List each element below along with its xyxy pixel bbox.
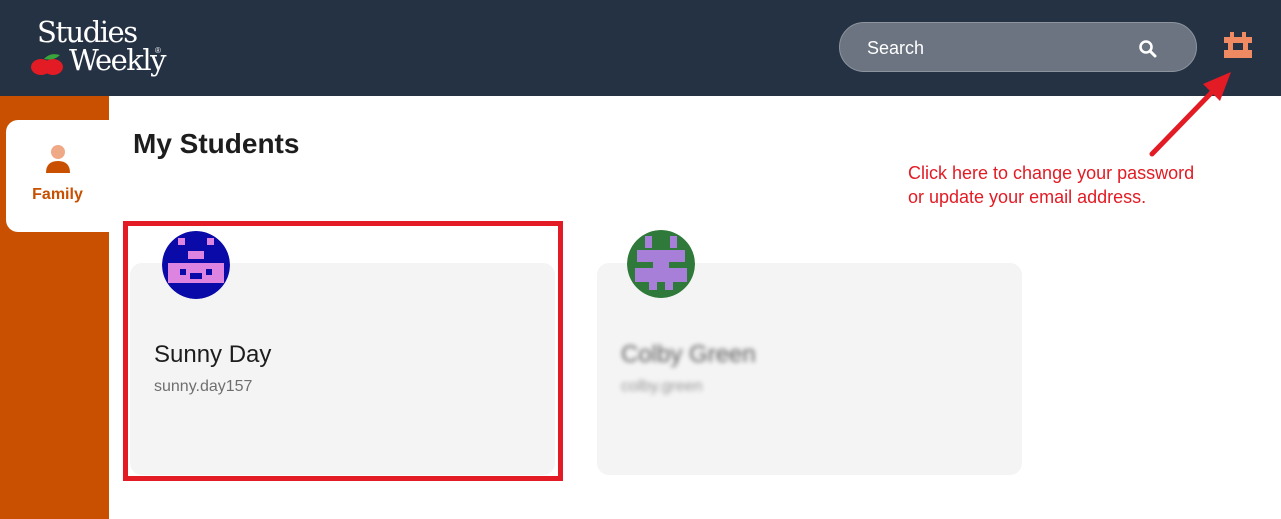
sidebar-item-family[interactable]: Family — [6, 120, 109, 232]
apple-icon — [31, 54, 63, 75]
help-annotation: Click here to change your password or up… — [908, 161, 1268, 209]
annotation-line-2: or update your email address. — [908, 187, 1147, 207]
top-bar: Studies Weekly ® Search — [0, 0, 1281, 96]
search-placeholder[interactable]: Search — [867, 38, 924, 59]
search-bar[interactable]: Search — [839, 22, 1197, 72]
logo-line-2: Weekly — [69, 43, 167, 77]
annotation-arrow — [1149, 72, 1231, 157]
sidebar-item-label: Family — [32, 186, 83, 203]
account-icon[interactable] — [1221, 31, 1255, 61]
search-icon[interactable] — [1138, 39, 1158, 59]
page-title: My Students — [133, 128, 300, 159]
highlight-box — [123, 221, 563, 481]
studies-weekly-logo[interactable]: Studies Weekly ® — [30, 14, 170, 80]
student-username: colby.green — [621, 378, 703, 395]
robot-green-avatar[interactable] — [627, 230, 695, 298]
person-icon — [46, 145, 70, 173]
registered-mark: ® — [155, 46, 161, 55]
student-name: Colby Green — [621, 341, 756, 368]
